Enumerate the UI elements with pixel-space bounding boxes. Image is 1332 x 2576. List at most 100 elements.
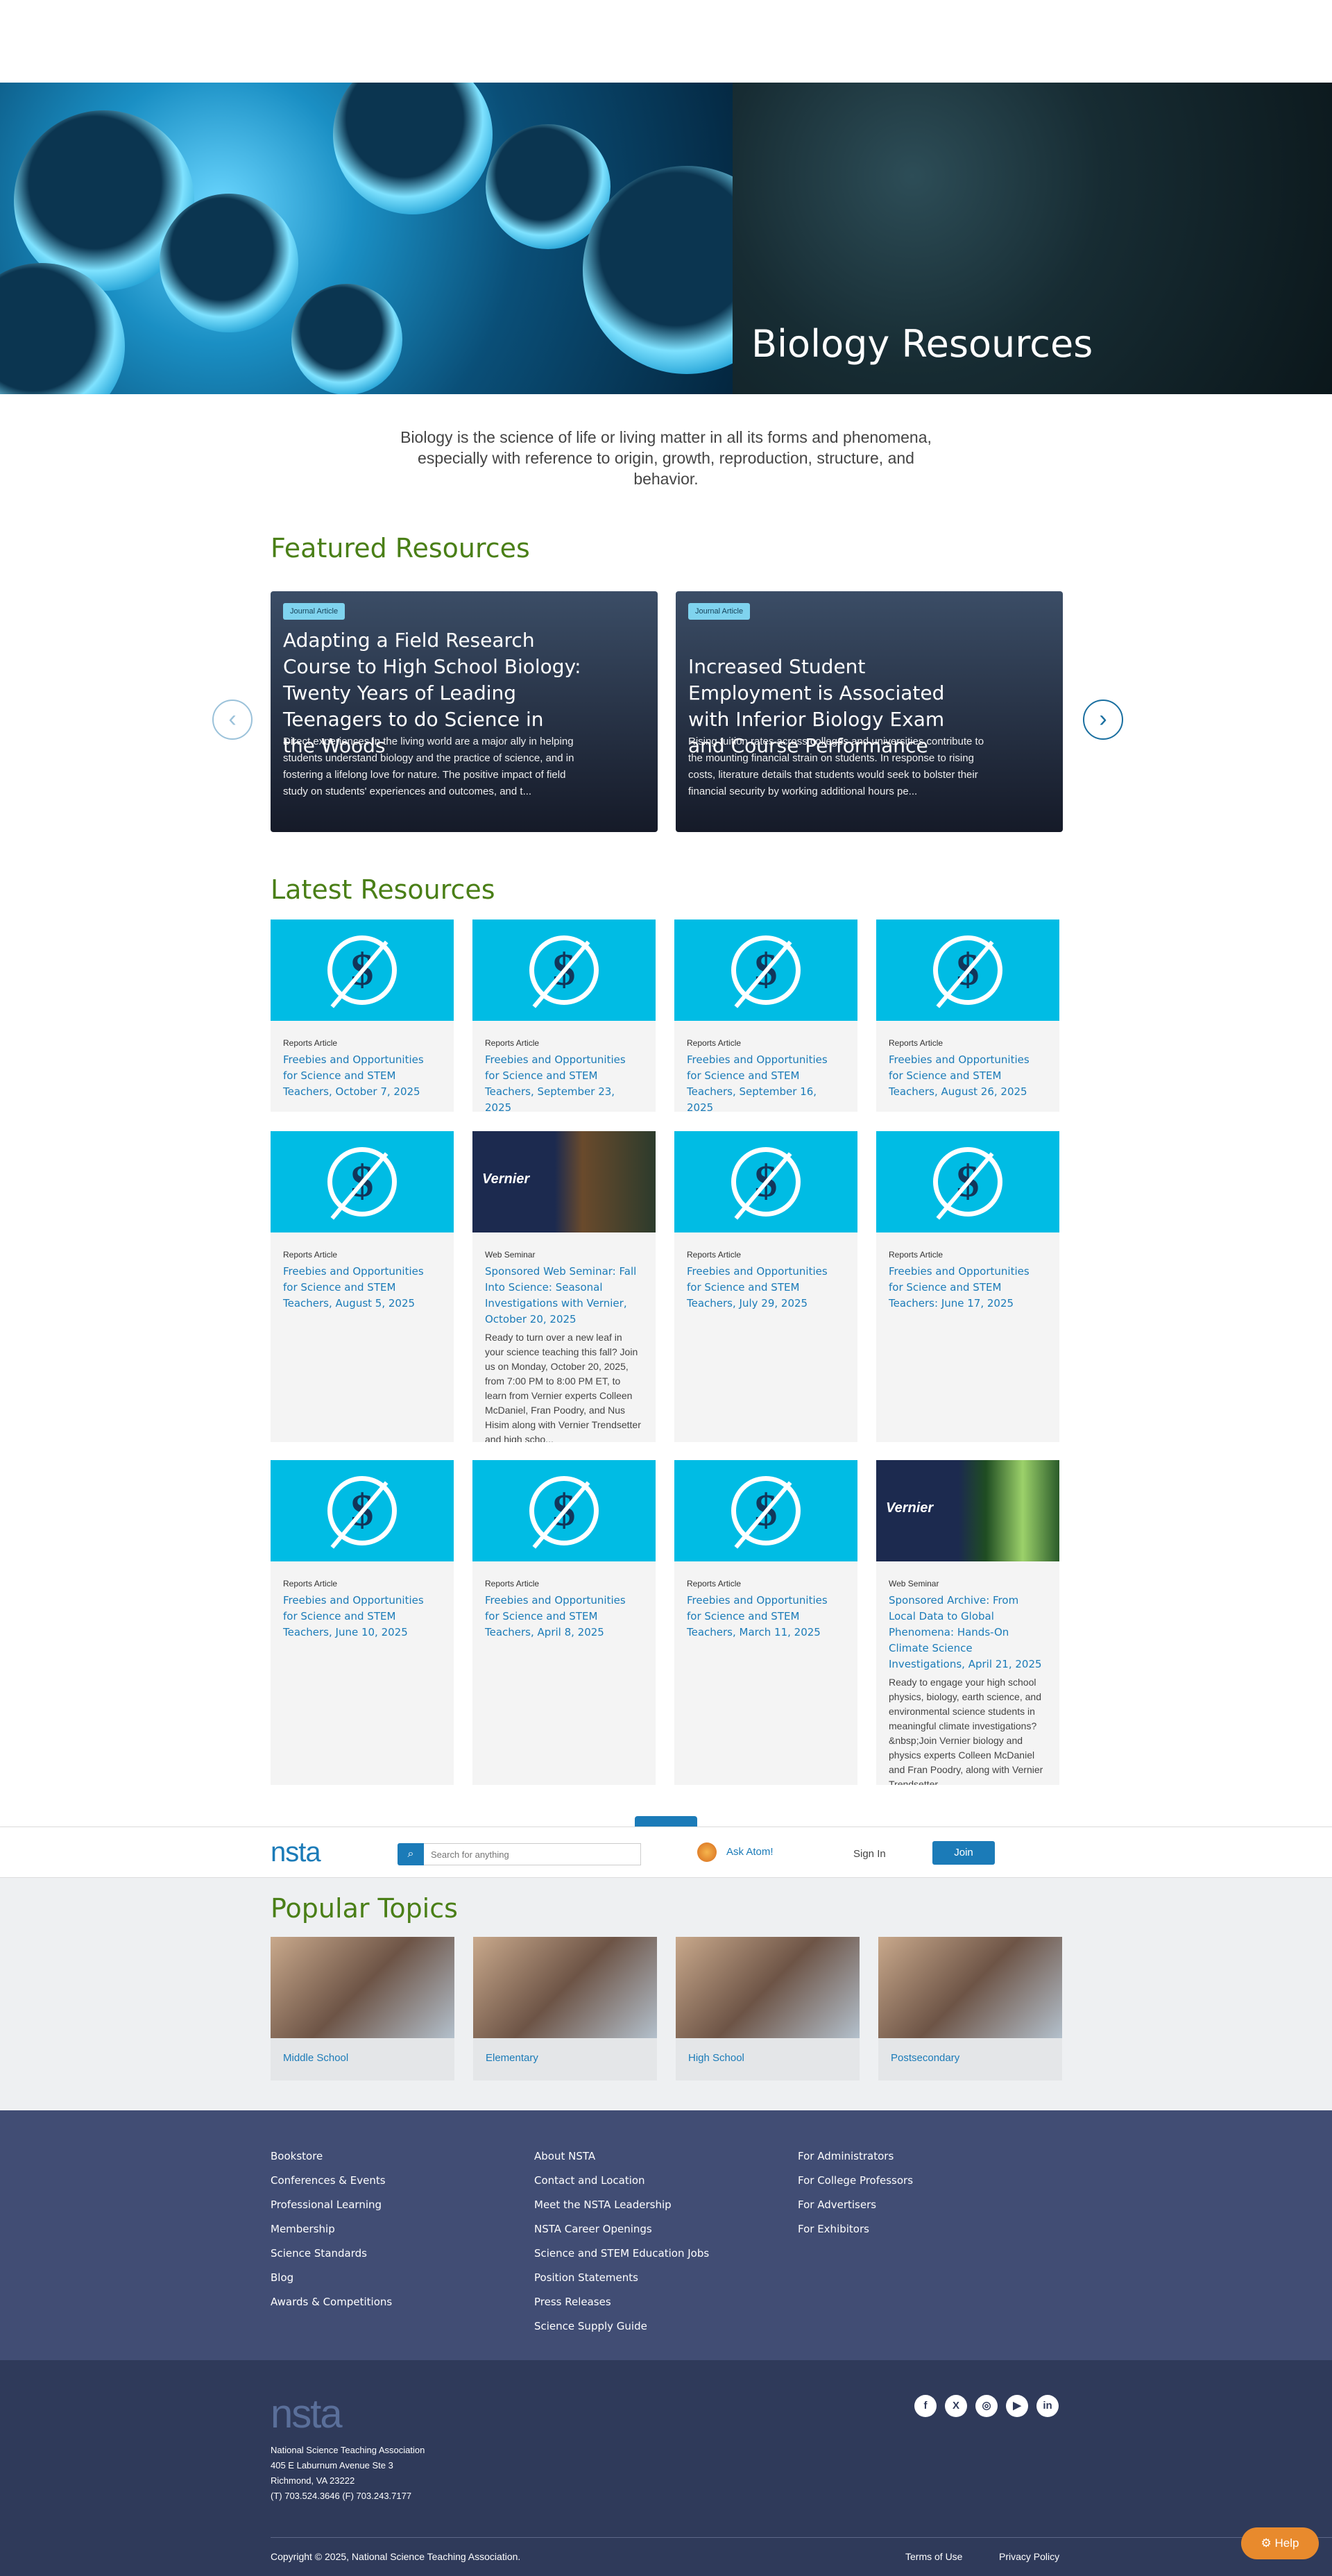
topic-card[interactable]: Middle School xyxy=(271,1937,454,2081)
sign-in-link[interactable]: Sign In xyxy=(853,1848,886,1860)
card-type: Web Seminar xyxy=(485,1250,536,1260)
card-type: Reports Article xyxy=(889,1038,944,1048)
resource-card[interactable]: $ Reports Article Freebies and Opportuni… xyxy=(674,920,857,1112)
address-line: (T) 703.524.3646 (F) 703.243.7177 xyxy=(271,2491,412,2501)
join-button[interactable]: Join xyxy=(932,1841,995,1865)
featured-card-desc: Rising tuition rates across colleges and… xyxy=(688,736,984,797)
topic-label[interactable]: Elementary xyxy=(486,2052,644,2064)
hero-banner: Biology Resources xyxy=(0,83,1332,394)
nsta-logo[interactable]: nsta xyxy=(271,1837,321,1868)
resource-card[interactable]: $ Reports Article Freebies and Opportuni… xyxy=(472,1460,656,1785)
linkedin-icon[interactable]: in xyxy=(1036,2395,1059,2417)
card-title[interactable]: Sponsored Archive: From Local Data to Gl… xyxy=(889,1593,1047,1672)
footer-col-1: Bookstore Conferences & Events Professio… xyxy=(271,2144,392,2314)
facebook-icon[interactable]: f xyxy=(914,2395,937,2417)
footer-link[interactable]: NSTA Career Openings xyxy=(534,2217,709,2242)
resource-card[interactable]: $ Reports Article Freebies and Opportuni… xyxy=(271,1131,454,1442)
footer-link[interactable]: For Exhibitors xyxy=(798,2217,913,2242)
ask-atom-label: Ask Atom! xyxy=(726,1845,774,1858)
page-title: Biology Resources xyxy=(751,322,1093,366)
footer-link[interactable]: Bookstore xyxy=(271,2144,392,2169)
card-title[interactable]: Freebies and Opportunities for Science a… xyxy=(687,1264,845,1312)
footer-link[interactable]: Awards & Competitions xyxy=(271,2290,392,2314)
no-cost-icon: $ xyxy=(933,935,1002,1008)
footer-link[interactable]: Contact and Location xyxy=(534,2169,709,2193)
card-title[interactable]: Freebies and Opportunities for Science a… xyxy=(687,1593,845,1641)
card-title[interactable]: Freebies and Opportunities for Science a… xyxy=(889,1264,1047,1312)
search-icon[interactable]: ⌕ xyxy=(398,1843,424,1865)
topic-image xyxy=(676,1937,860,2038)
footer-link[interactable]: Science and STEM Education Jobs xyxy=(534,2242,709,2266)
no-cost-icon: $ xyxy=(327,1147,397,1220)
topic-card[interactable]: High School xyxy=(676,1937,860,2081)
sticky-header: nsta ⌕ Ask Atom! Sign In Join xyxy=(0,1827,1332,1878)
featured-card[interactable]: Journal Article Increased Student Employ… xyxy=(676,591,1063,832)
footer-link[interactable]: Membership xyxy=(271,2217,392,2242)
resource-card[interactable]: $ Reports Article Freebies and Opportuni… xyxy=(674,1460,857,1785)
footer-link[interactable]: Press Releases xyxy=(534,2290,709,2314)
vernier-logo: Vernier xyxy=(886,1500,934,1516)
topic-label[interactable]: High School xyxy=(688,2052,847,2064)
card-image: $ xyxy=(271,1460,454,1561)
resource-card[interactable]: $ Reports Article Freebies and Opportuni… xyxy=(271,1460,454,1785)
footer-logo[interactable]: nsta xyxy=(271,2391,343,2437)
footer-link[interactable]: Science Standards xyxy=(271,2242,392,2266)
footer-divider xyxy=(271,2537,1332,2538)
youtube-icon[interactable]: ▶ xyxy=(1006,2395,1028,2417)
topic-label[interactable]: Postsecondary xyxy=(891,2052,1050,2064)
footer-link[interactable]: Blog xyxy=(271,2266,392,2290)
carousel-prev-button[interactable]: ‹ xyxy=(212,700,253,740)
instagram-icon[interactable]: ◎ xyxy=(975,2395,998,2417)
card-type: Reports Article xyxy=(687,1579,742,1588)
card-type: Reports Article xyxy=(283,1250,338,1260)
card-image: $ xyxy=(271,1131,454,1232)
carousel-next-button[interactable]: › xyxy=(1083,700,1123,740)
featured-card[interactable]: Journal Article Adapting a Field Researc… xyxy=(271,591,658,832)
x-twitter-icon[interactable]: X xyxy=(945,2395,967,2417)
card-type: Reports Article xyxy=(889,1250,944,1260)
header-toggle-tab[interactable] xyxy=(635,1816,697,1827)
card-title[interactable]: Freebies and Opportunities for Science a… xyxy=(889,1052,1047,1100)
resource-card[interactable]: $ Reports Article Freebies and Opportuni… xyxy=(876,1131,1059,1442)
card-title[interactable]: Freebies and Opportunities for Science a… xyxy=(485,1052,643,1112)
resource-card[interactable]: $ Reports Article Freebies and Opportuni… xyxy=(271,920,454,1112)
no-cost-icon: $ xyxy=(731,1476,801,1549)
footer-link[interactable]: Professional Learning xyxy=(271,2193,392,2217)
footer-link[interactable]: Science Supply Guide xyxy=(534,2314,709,2339)
topic-label[interactable]: Middle School xyxy=(283,2052,442,2064)
card-desc: Ready to engage your high school physics… xyxy=(889,1677,1043,1785)
resource-card[interactable]: $ Reports Article Freebies and Opportuni… xyxy=(876,920,1059,1112)
terms-link[interactable]: Terms of Use xyxy=(905,2551,962,2562)
card-title[interactable]: Freebies and Opportunities for Science a… xyxy=(283,1052,441,1100)
footer-link[interactable]: Conferences & Events xyxy=(271,2169,392,2193)
footer-link[interactable]: For College Professors xyxy=(798,2169,913,2193)
resource-card[interactable]: $ Reports Article Freebies and Opportuni… xyxy=(472,920,656,1112)
privacy-link[interactable]: Privacy Policy xyxy=(999,2551,1059,2562)
footer-link[interactable]: Meet the NSTA Leadership xyxy=(534,2193,709,2217)
card-type: Reports Article xyxy=(283,1579,338,1588)
footer-link[interactable]: About NSTA xyxy=(534,2144,709,2169)
resource-card[interactable]: Vernier Web Seminar Sponsored Archive: F… xyxy=(876,1460,1059,1785)
topic-card[interactable]: Elementary xyxy=(473,1937,657,2081)
card-title[interactable]: Freebies and Opportunities for Science a… xyxy=(283,1593,441,1641)
featured-badge: Journal Article xyxy=(688,603,751,620)
ask-atom-link[interactable]: Ask Atom! xyxy=(697,1842,774,1862)
card-type: Reports Article xyxy=(485,1038,540,1048)
card-title[interactable]: Freebies and Opportunities for Science a… xyxy=(687,1052,845,1112)
footer-link[interactable]: For Advertisers xyxy=(798,2193,913,2217)
featured-card-desc: Direct experiences in the living world a… xyxy=(283,736,574,797)
card-image: Vernier xyxy=(472,1131,656,1232)
no-cost-icon: $ xyxy=(731,1147,801,1220)
card-type: Reports Article xyxy=(283,1038,338,1048)
card-title[interactable]: Freebies and Opportunities for Science a… xyxy=(283,1264,441,1312)
topic-card[interactable]: Postsecondary xyxy=(878,1937,1062,2081)
search-input[interactable] xyxy=(424,1843,641,1865)
footer-link[interactable]: For Administrators xyxy=(798,2144,913,2169)
resource-card[interactable]: $ Reports Article Freebies and Opportuni… xyxy=(674,1131,857,1442)
resource-card[interactable]: Vernier Web Seminar Sponsored Web Semina… xyxy=(472,1131,656,1442)
card-image: $ xyxy=(674,1131,857,1232)
card-title[interactable]: Freebies and Opportunities for Science a… xyxy=(485,1593,643,1641)
help-button[interactable]: ⚙ Help xyxy=(1241,2527,1319,2559)
card-title[interactable]: Sponsored Web Seminar: Fall Into Science… xyxy=(485,1264,643,1328)
footer-link[interactable]: Position Statements xyxy=(534,2266,709,2290)
